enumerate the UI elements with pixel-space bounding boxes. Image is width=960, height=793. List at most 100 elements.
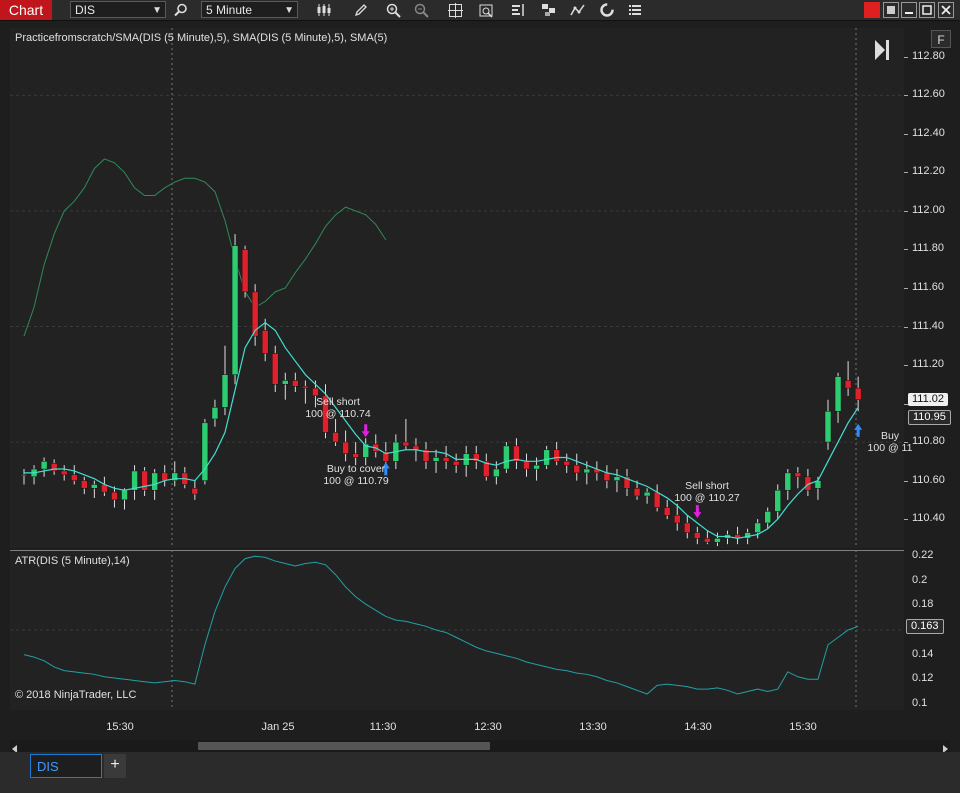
candle-body [272,353,279,385]
candle-body [302,385,309,389]
properties-icon[interactable] [624,0,646,20]
candle-body [121,489,128,501]
candle-body [824,411,832,443]
bar-type-icon[interactable] [313,0,335,20]
candle-body [663,507,671,516]
horizontal-scrollbar[interactable] [10,740,950,753]
price-tick-label: 110.60 [912,473,945,486]
sma-line [24,321,859,539]
link-icon[interactable] [864,2,880,18]
minimize-icon[interactable] [901,2,917,18]
price-tick-mark [904,133,908,135]
scroll-thumb[interactable] [198,742,490,750]
price-tick-mark [904,442,908,444]
candle-body [342,441,349,454]
candle-body [71,474,78,481]
data-box-icon[interactable] [475,0,497,20]
time-tick-label: Jan 25 [261,721,295,733]
candle-body [221,374,229,408]
candle-body [563,461,570,466]
annotation-line2: 100 @ 110.74 [305,408,371,420]
candle-body [774,489,781,512]
price-tick-label: 112.80 [912,49,945,62]
price-tick-mark [904,172,908,174]
price-tick-mark [904,365,908,367]
instrument-selector[interactable]: DIS ▼ [70,1,166,18]
time-tick-label: 12:30 [474,721,502,733]
trade-annotation: Sell short 100 @ 110.27 [657,480,757,504]
price-tick-label: 112.60 [912,88,945,101]
candle-body [352,453,359,458]
sell-arrow-head [361,431,370,438]
candle-body [211,407,219,420]
atr-line [23,555,859,695]
atr-tick-label: 0.14 [912,647,934,660]
candle-body [684,522,691,533]
candle-body [844,380,852,389]
candle-body [282,380,289,385]
jump-to-end-icon[interactable] [874,38,890,62]
candle-body [633,488,641,497]
atr-panel-title: ATR(DIS (5 Minute),14) [15,555,130,567]
crosshair-icon[interactable] [444,0,466,20]
atr-tick-label: 0.22 [912,549,934,562]
candle-body [764,511,771,524]
price-tick-label: 110.80 [912,435,945,448]
maximize-icon[interactable] [919,2,935,18]
annotation-line1: Buy to cover [326,463,386,475]
atr-tick-label: 0.12 [912,672,934,685]
f-button[interactable]: F [931,30,951,48]
price-chart-canvas[interactable] [10,28,904,548]
candle-body [553,449,560,462]
candle-body [432,457,440,462]
trade-annotation: Buy to cover 100 @ 110.79 [306,463,406,487]
time-axis[interactable]: 15:30 Jan 25 11:30 12:30 13:30 14:30 15:30 [10,712,904,738]
tab-bar: DIS + [0,752,960,793]
candle-body [241,249,249,293]
price-tag: 110.95 [908,410,951,426]
atr-chart-canvas[interactable] [10,550,904,710]
annotation-line2: 100 @ 110.27 [674,492,740,504]
chart-window-title[interactable]: Chart [0,0,52,20]
atr-tick-label: 0.1 [912,696,928,709]
indicators-icon[interactable] [567,0,589,20]
always-on-top-icon[interactable] [883,2,899,18]
candle-body [674,515,681,524]
price-tick-label: 112.00 [912,203,945,216]
candle-body [573,464,580,474]
add-tab-button[interactable]: + [104,754,126,778]
price-panel[interactable]: Practicefromscratch/SMA(DIS (5 Minute),5… [10,28,951,548]
candle-body [402,441,410,447]
candle-body [111,491,118,501]
candle-body [81,480,88,489]
search-icon[interactable] [170,0,192,20]
atr-value-tag: 0.163 [906,619,944,635]
zoom-in-icon[interactable] [382,0,404,20]
tab-dis[interactable]: DIS [30,754,102,778]
time-tick-label: 11:30 [369,721,397,733]
reload-icon[interactable] [596,0,618,20]
strategies-icon[interactable] [538,0,560,20]
pencil-icon[interactable] [350,0,372,20]
zoom-out-icon[interactable] [410,0,432,20]
candle-body [754,522,761,533]
sell-arrow-shaft [695,505,699,514]
time-tick-label: 13:30 [579,721,607,733]
annotation-line1: Sell short [316,396,360,408]
candle-body [161,472,168,481]
atr-panel[interactable]: ATR(DIS (5 Minute),14) © 2018 NinjaTrade… [10,550,904,710]
sell-arrow-head [693,512,702,519]
scroll-right-icon[interactable] [940,741,950,753]
atr-tick-label: 0.18 [912,598,934,611]
close-icon[interactable] [938,2,954,18]
candle-body [613,476,621,481]
chart-trader-icon[interactable] [508,0,530,20]
candle-body [583,468,591,474]
interval-selector[interactable]: 5 Minute ▼ [201,1,298,18]
annotation-line1: Sell short [685,480,729,492]
candle-body [503,445,510,470]
price-tick-label: 112.20 [912,165,945,178]
candle-body [91,484,98,489]
chevron-down-icon: ▼ [152,5,162,16]
scroll-left-icon[interactable] [10,741,20,753]
